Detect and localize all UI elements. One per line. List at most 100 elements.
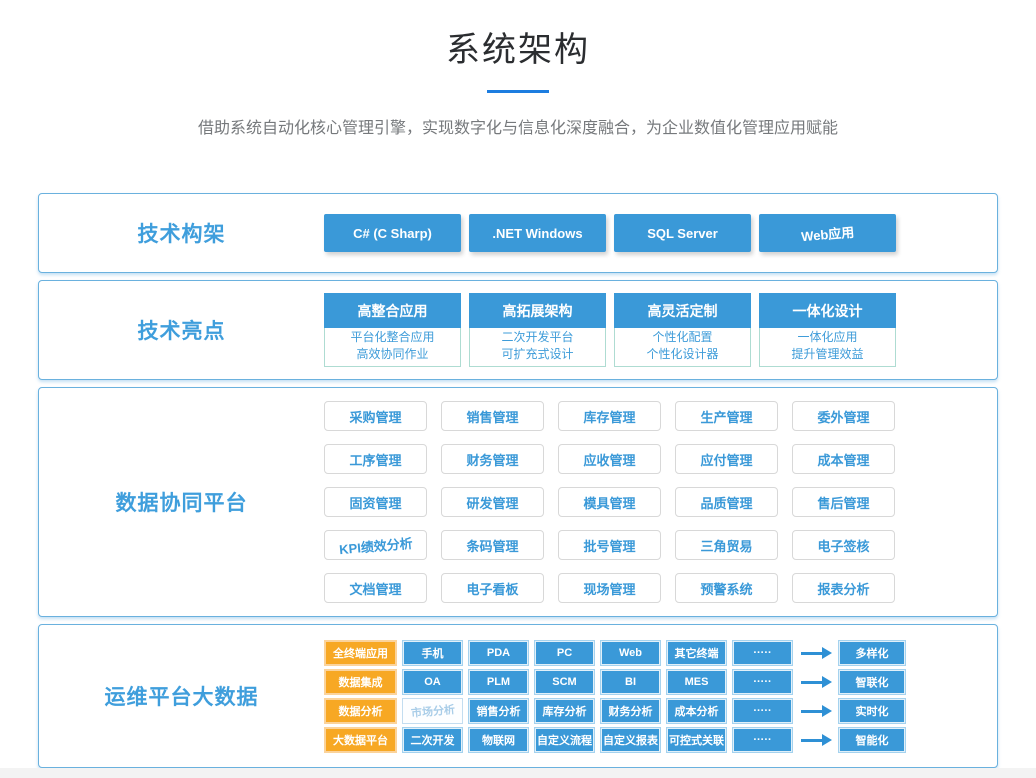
page-title: 系统架构 [0,22,1036,71]
ops-item-chip[interactable]: PC [534,640,595,666]
ops-item-chip[interactable]: 其它终端 [666,640,727,666]
ellipsis-chip[interactable]: ····· [732,640,793,666]
highlight-card-line: 一体化应用 [760,329,895,346]
highlight-card-line: 高效协同作业 [325,346,460,363]
module-button[interactable]: 三角贸易 [675,530,778,560]
module-button[interactable]: 售后管理 [792,487,895,517]
ops-item-chip[interactable]: 可控式关联 [666,727,727,753]
module-button[interactable]: 固资管理 [324,487,427,517]
module-button[interactable]: 委外管理 [792,401,895,431]
highlight-card-body: 二次开发平台 可扩充式设计 [469,328,606,367]
module-button[interactable]: 报表分析 [792,573,895,603]
module-button[interactable]: 电子看板 [441,573,544,603]
ops-item-chip[interactable]: 物联网 [468,727,529,753]
module-grid: 采购管理 销售管理 库存管理 生产管理 委外管理 工序管理 财务管理 应收管理 … [324,388,997,616]
ellipsis-chip[interactable]: ····· [732,669,793,695]
highlight-card: 高整合应用 平台化整合应用 高效协同作业 [324,293,461,367]
module-grid-row: 固资管理 研发管理 模具管理 品质管理 售后管理 [324,487,997,517]
ops-item-chip[interactable]: 自定义流程 [534,727,595,753]
module-button[interactable]: 预警系统 [675,573,778,603]
highlight-card-body: 平台化整合应用 高效协同作业 [324,328,461,367]
ops-item-chip[interactable]: PDA [468,640,529,666]
module-button[interactable]: 现场管理 [558,573,661,603]
module-button[interactable]: 文档管理 [324,573,427,603]
section-tech-stack-label: 技术构架 [39,194,324,272]
module-button[interactable]: 品质管理 [675,487,778,517]
result-chip[interactable]: 实时化 [838,698,906,724]
module-button[interactable]: 条码管理 [441,530,544,560]
category-chip[interactable]: 数据分析 [324,698,397,724]
module-button-kpi-label: KPI绩效分析 [338,532,413,557]
title-underline [487,90,549,93]
page-header: 系统架构 借助系统自动化核心管理引擎，实现数字化与信息化深度融合，为企业数值化管… [0,0,1036,138]
ops-item-chip[interactable]: 财务分析 [600,698,661,724]
highlight-card-line: 可扩充式设计 [470,346,605,363]
result-chip[interactable]: 多样化 [838,640,906,666]
highlight-card-line: 个性化设计器 [615,346,750,363]
module-button[interactable]: 研发管理 [441,487,544,517]
result-chip[interactable]: 智能化 [838,727,906,753]
ops-item-chip[interactable]: OA [402,669,463,695]
section-highlights: 技术亮点 高整合应用 平台化整合应用 高效协同作业 高拓展架构 二次开发平台 可… [38,280,998,380]
module-button[interactable]: 模具管理 [558,487,661,517]
tech-button-dotnet[interactable]: .NET Windows [469,214,606,252]
highlight-card: 一体化设计 一体化应用 提升管理效益 [759,293,896,367]
module-button[interactable]: 工序管理 [324,444,427,474]
category-chip[interactable]: 数据集成 [324,669,397,695]
highlight-card-line: 二次开发平台 [470,329,605,346]
ops-item-chip[interactable]: 自定义报表 [600,727,661,753]
module-button[interactable]: 财务管理 [441,444,544,474]
module-button[interactable]: 应付管理 [675,444,778,474]
module-button[interactable]: 采购管理 [324,401,427,431]
ops-row-integration: 数据集成 OA PLM SCM BI MES ····· 智联化 [324,669,997,695]
ops-item-chip[interactable]: SCM [534,669,595,695]
ops-row-terminals: 全终端应用 手机 PDA PC Web 其它终端 ····· 多样化 [324,640,997,666]
ops-item-chip[interactable]: 手机 [402,640,463,666]
ops-item-chip-market-label: 市场分析 [410,701,455,721]
module-button[interactable]: 批号管理 [558,530,661,560]
ops-item-chip[interactable]: 二次开发 [402,727,463,753]
module-grid-row: 工序管理 财务管理 应收管理 应付管理 成本管理 [324,444,997,474]
ellipsis-chip[interactable]: ····· [732,698,793,724]
tech-stack-row: C# (C Sharp) .NET Windows SQL Server Web… [324,194,997,272]
ops-row-bigdata: 大数据平台 二次开发 物联网 自定义流程 自定义报表 可控式关联 ····· 智… [324,727,997,753]
ops-rows: 全终端应用 手机 PDA PC Web 其它终端 ····· 多样化 数据集成 … [324,625,997,767]
category-chip[interactable]: 大数据平台 [324,727,397,753]
ellipsis-chip[interactable]: ····· [732,727,793,753]
highlight-card-line: 平台化整合应用 [325,329,460,346]
highlight-card-title: 高灵活定制 [614,293,751,328]
module-button[interactable]: 应收管理 [558,444,661,474]
module-button[interactable]: 销售管理 [441,401,544,431]
highlight-card-title: 一体化设计 [759,293,896,328]
right-arrow-icon [801,705,832,717]
tech-button-webapp-label: Web应用 [800,221,855,245]
category-chip[interactable]: 全终端应用 [324,640,397,666]
ops-item-chip[interactable]: MES [666,669,727,695]
right-arrow-icon [801,734,832,746]
highlight-card: 高拓展架构 二次开发平台 可扩充式设计 [469,293,606,367]
highlight-card: 高灵活定制 个性化配置 个性化设计器 [614,293,751,367]
tech-button-sqlserver[interactable]: SQL Server [614,214,751,252]
result-chip[interactable]: 智联化 [838,669,906,695]
ops-item-chip[interactable]: PLM [468,669,529,695]
ops-item-chip[interactable]: 库存分析 [534,698,595,724]
tech-button-csharp[interactable]: C# (C Sharp) [324,214,461,252]
ops-item-chip[interactable]: Web [600,640,661,666]
tech-button-webapp[interactable]: Web应用 [759,214,896,252]
ops-item-chip[interactable]: 销售分析 [468,698,529,724]
ops-item-chip-market[interactable]: 市场分析 [402,698,463,724]
highlight-card-line: 提升管理效益 [760,346,895,363]
right-arrow-icon [801,676,832,688]
section-data-platform: 数据协同平台 采购管理 销售管理 库存管理 生产管理 委外管理 工序管理 财务管… [38,387,998,617]
module-button[interactable]: 生产管理 [675,401,778,431]
highlight-card-title: 高整合应用 [324,293,461,328]
sections-container: 技术构架 C# (C Sharp) .NET Windows SQL Serve… [38,193,998,768]
module-button[interactable]: 库存管理 [558,401,661,431]
module-button[interactable]: 成本管理 [792,444,895,474]
ops-item-chip[interactable]: BI [600,669,661,695]
module-grid-row: 文档管理 电子看板 现场管理 预警系统 报表分析 [324,573,997,603]
ops-item-chip[interactable]: 成本分析 [666,698,727,724]
highlight-card-line: 个性化配置 [615,329,750,346]
module-button[interactable]: 电子签核 [792,530,895,560]
module-button-kpi[interactable]: KPI绩效分析 [324,530,427,560]
